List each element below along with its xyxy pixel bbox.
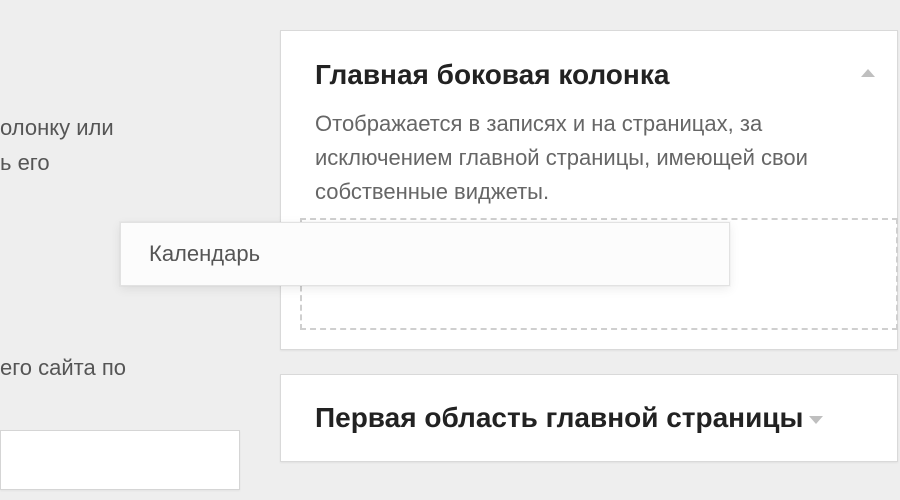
instruction-line-2: ь его xyxy=(0,150,50,175)
sidebar-area-front-first-title: Первая область главной страницы xyxy=(281,402,897,434)
sidebar-area-main-description: Отображается в записях и на страницах, з… xyxy=(281,107,897,209)
instruction-text-fragment-2: его сайта по xyxy=(0,350,260,385)
sidebar-area-front-first[interactable]: Первая область главной страницы xyxy=(280,374,898,462)
available-widget-placeholder[interactable] xyxy=(0,430,240,490)
sidebar-area-main-title: Главная боковая колонка xyxy=(281,31,897,107)
dragged-widget-label: Календарь xyxy=(149,241,260,267)
instruction-line-1: олонку или xyxy=(0,115,114,140)
sidebar-area-front-first-title-text: Первая область главной страницы xyxy=(315,402,803,433)
dragged-widget-calendar[interactable]: Календарь xyxy=(120,222,730,286)
expand-down-icon[interactable] xyxy=(809,416,823,424)
collapse-up-icon[interactable] xyxy=(861,69,875,77)
instruction-text-fragment-1: олонку или ь его xyxy=(0,110,260,180)
